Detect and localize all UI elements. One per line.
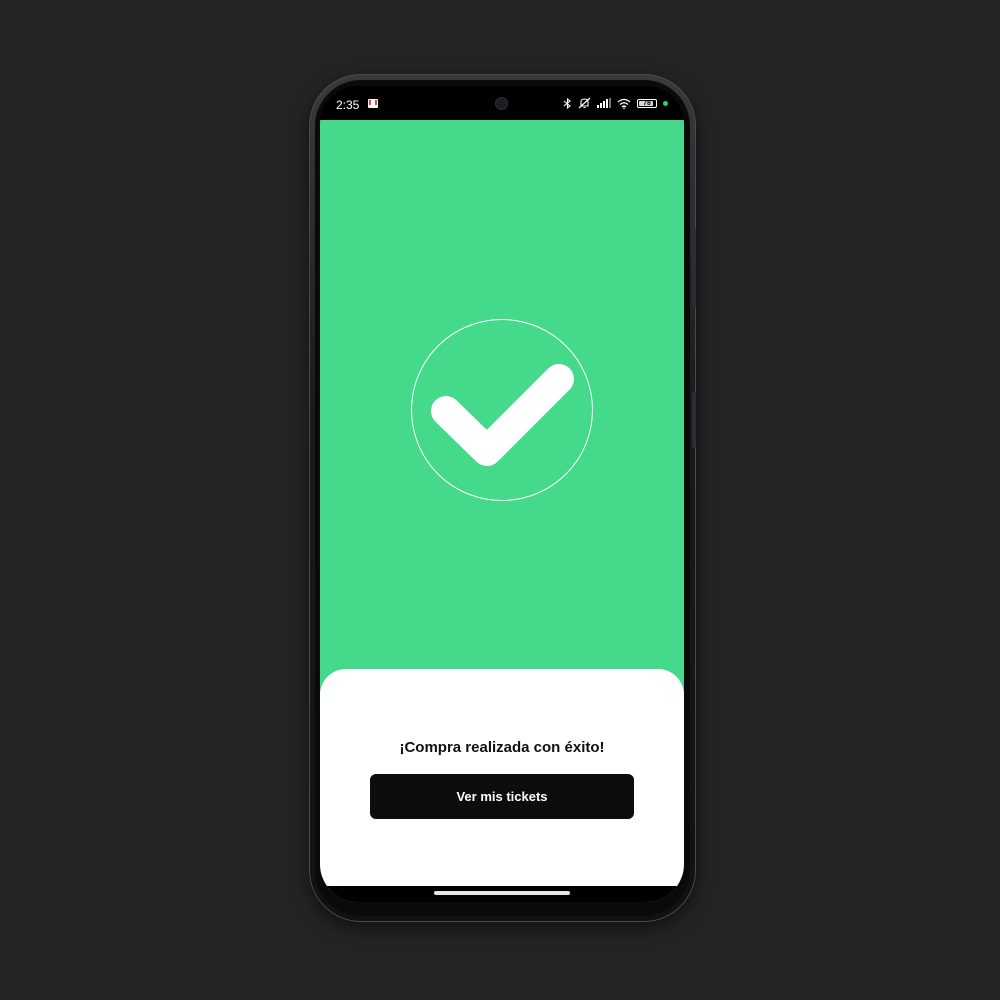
status-time: 2:35 bbox=[336, 98, 360, 112]
bottom-sheet: ¡Compra realizada con éxito! Ver mis tic… bbox=[320, 669, 684, 886]
stage: 2:35 78 ¡Compra realizada con éxito! Ver… bbox=[0, 0, 1000, 1000]
success-title: ¡Compra realizada con éxito! bbox=[399, 739, 605, 756]
view-tickets-button[interactable]: Ver mis tickets bbox=[370, 774, 634, 819]
phone-screen: 2:35 78 ¡Compra realizada con éxito! Ver… bbox=[320, 86, 684, 902]
battery-level: 78 bbox=[643, 99, 651, 107]
mute-icon bbox=[578, 97, 591, 109]
power-button bbox=[692, 392, 696, 448]
signal-icon bbox=[597, 98, 611, 108]
bluetooth-icon bbox=[563, 97, 571, 109]
status-icons: 78 bbox=[563, 97, 668, 109]
front-camera bbox=[495, 97, 508, 110]
navigation-bar bbox=[320, 886, 684, 902]
battery-icon: 78 bbox=[637, 98, 657, 108]
status-bar: 2:35 78 bbox=[320, 86, 684, 120]
check-icon bbox=[431, 364, 574, 466]
wifi-icon bbox=[617, 98, 631, 109]
volume-button bbox=[692, 228, 696, 308]
home-indicator[interactable] bbox=[434, 891, 570, 895]
gmail-icon bbox=[368, 99, 378, 108]
privacy-dot bbox=[663, 100, 668, 106]
